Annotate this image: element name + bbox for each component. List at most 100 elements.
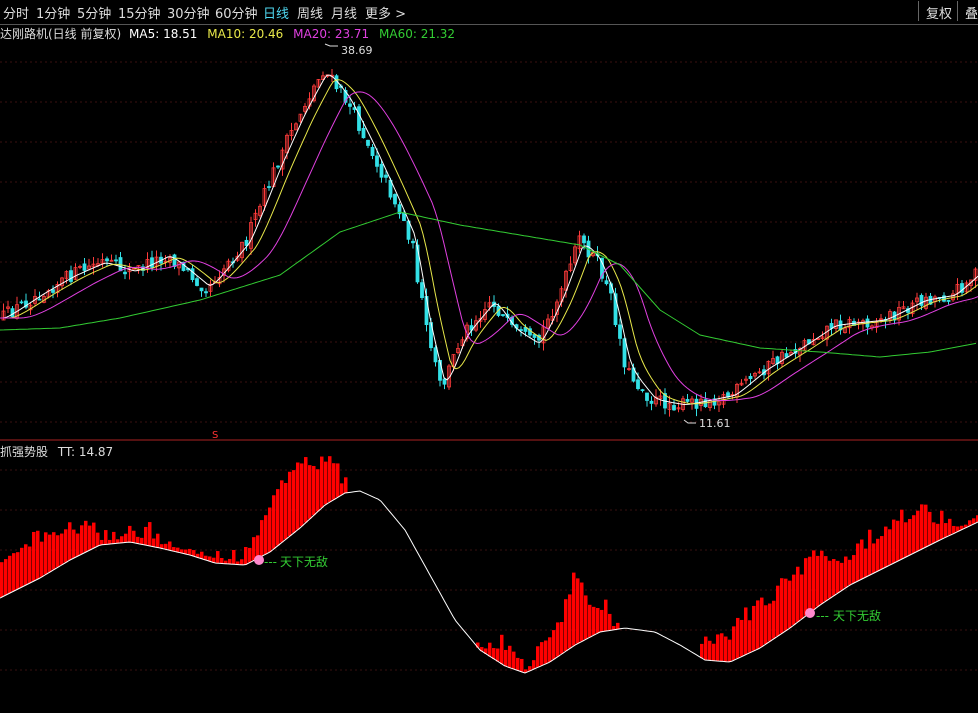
indicator-bar (900, 509, 904, 559)
indicator-bar (908, 518, 912, 555)
indicator-bar (92, 522, 96, 548)
indicator-bar (912, 515, 916, 553)
moving-averages (0, 74, 978, 406)
indicator-bar (952, 525, 956, 534)
indicator-bar (56, 535, 60, 568)
signal-dash: --- (816, 609, 829, 623)
candle-body (276, 165, 280, 168)
high-price-label: 38.69 (341, 44, 373, 57)
ma60-line (0, 211, 977, 358)
indicator-bar (536, 646, 540, 668)
indicator-bar (300, 463, 304, 527)
indicator-bar (36, 530, 40, 579)
indicator-bar (4, 559, 8, 595)
indicator-bar (244, 547, 248, 565)
indicator-bar (568, 594, 572, 649)
indicator-bar (792, 574, 796, 625)
indicator-bar (708, 640, 712, 661)
indicator-bar (720, 633, 724, 662)
indicator-bar (152, 538, 156, 547)
candle-body (366, 139, 370, 146)
indicator-bar (324, 461, 328, 505)
candle-body (195, 278, 199, 286)
candle-body (19, 301, 24, 304)
indicator-bar (148, 522, 152, 546)
indicator-bar (584, 595, 588, 640)
indicator-bar (144, 526, 148, 546)
indicator-bar (252, 537, 256, 561)
indicator-bar (808, 556, 812, 613)
indicator-bar (844, 556, 848, 588)
indicator-bar (548, 637, 552, 662)
indicator-bar (800, 574, 804, 619)
indicator-bar (572, 572, 576, 646)
indicator-bar (316, 469, 320, 512)
low-price-label: 11.61 (699, 417, 731, 430)
candle-body (384, 174, 388, 178)
candle-body (645, 392, 649, 401)
indicator-bar (712, 643, 716, 661)
indicator-bar (600, 609, 604, 632)
indicator-bar (112, 531, 116, 544)
indicator-bar (820, 550, 824, 604)
indicator-bar (504, 649, 508, 667)
indicator-bar (12, 553, 16, 591)
indicator-bar (96, 532, 100, 546)
indicator-bar (948, 518, 952, 536)
indicator-bar (64, 529, 68, 563)
indicator-bar (784, 578, 788, 631)
indicator-bar (916, 510, 920, 551)
indicator-bar (256, 535, 260, 559)
indicator-bar (240, 559, 244, 565)
indicator-bar (868, 529, 872, 575)
indicator-bar (52, 532, 56, 570)
candle-body (420, 282, 424, 299)
indicator-bar (576, 578, 580, 644)
indicator-bar (836, 560, 840, 593)
indicator-bar (772, 600, 776, 639)
indicator-bar (344, 477, 348, 493)
indicator-bar (28, 546, 32, 583)
indicator-bar (140, 537, 144, 545)
indicator-bar (492, 648, 496, 659)
indicator-bar (332, 463, 336, 500)
candle-body (190, 268, 195, 280)
candle-body (370, 146, 375, 156)
indicator-bar (732, 626, 736, 661)
indicator-bar (104, 530, 108, 545)
candle-body (501, 314, 505, 316)
indicator-bar (320, 456, 324, 508)
chart-canvas: 38.69 11.61 S 天下无敌 --- 天下无敌 --- (0, 43, 978, 674)
indicator-bar (824, 556, 828, 601)
signal-marker: 天下无敌 --- (805, 608, 881, 623)
candle-body (442, 378, 447, 385)
indicator-bar (932, 522, 936, 543)
indicator-bar (304, 457, 308, 523)
indicator-bar (532, 660, 536, 670)
ma5-line (0, 74, 978, 406)
indicator-bar (928, 511, 932, 545)
indicator-bar (24, 544, 28, 585)
candle-body (672, 405, 676, 411)
indicator-bar (700, 643, 704, 659)
indicator-bar (832, 559, 836, 596)
indicator-bar (540, 642, 544, 666)
indicator-bar (228, 558, 232, 564)
signal-dot (805, 608, 815, 618)
indicator-bar (608, 613, 612, 631)
candle-body (114, 259, 118, 262)
indicator-bar (744, 607, 748, 655)
indicator-bar (20, 547, 24, 587)
indicator-bar (32, 531, 36, 581)
indicator-bar (16, 552, 20, 589)
indicator-bar (216, 551, 220, 564)
indicator-bar (508, 645, 512, 668)
indicator-bar (616, 622, 620, 630)
candle-body (604, 280, 609, 285)
candle-body (267, 186, 271, 188)
indicator-bar (580, 582, 584, 642)
indicator-bar (124, 533, 128, 543)
indicator-bar (596, 608, 600, 634)
indicator-bar (328, 456, 332, 502)
indicator-bar (756, 600, 760, 649)
